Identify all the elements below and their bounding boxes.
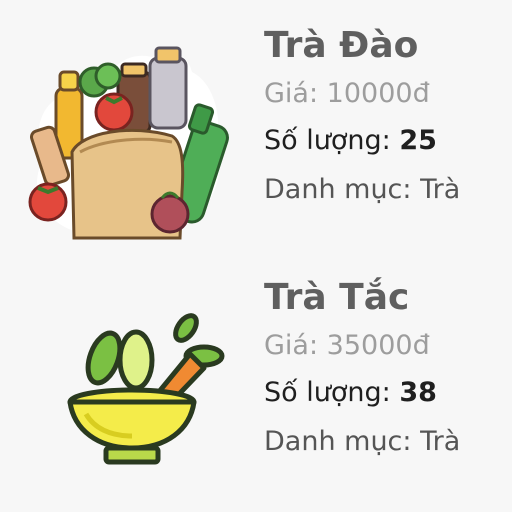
price-label: Giá: [264, 78, 319, 109]
quantity-value: 38 [399, 377, 437, 408]
product-name: Trà Tắc [264, 277, 410, 318]
product-item[interactable]: Trà Tắc Giá: 35000đ Số lượng: 38 Danh mụ… [0, 272, 512, 512]
grocery-bag-icon [22, 42, 234, 242]
quantity-label: Số lượng: [264, 125, 391, 156]
quantity-label: Số lượng: [264, 377, 391, 408]
quantity-value: 25 [399, 125, 437, 156]
category-value: Trà [420, 426, 461, 457]
vegetable-bowl-icon [56, 300, 226, 470]
product-info: Trà Tắc Giá: 35000đ Số lượng: 38 Danh mụ… [264, 272, 510, 456]
product-item[interactable]: Trà Đào Giá: 10000đ Số lượng: 25 Danh mụ… [0, 20, 512, 260]
price-value: 10000đ [326, 78, 430, 109]
price-label: Giá: [264, 330, 319, 361]
product-quantity: Số lượng: 38 [264, 379, 510, 406]
category-label: Danh mục: [264, 426, 412, 457]
product-price: Giá: 10000đ [264, 80, 510, 107]
product-price: Giá: 35000đ [264, 332, 510, 359]
product-name: Trà Đào [264, 25, 419, 66]
product-quantity: Số lượng: 25 [264, 127, 510, 154]
category-label: Danh mục: [264, 174, 412, 205]
product-category: Danh mục: Trà [264, 428, 510, 455]
product-list: Trà Đào Giá: 10000đ Số lượng: 25 Danh mụ… [0, 0, 512, 512]
price-value: 35000đ [326, 330, 430, 361]
product-info: Trà Đào Giá: 10000đ Số lượng: 25 Danh mụ… [264, 20, 510, 204]
product-category: Danh mục: Trà [264, 176, 510, 203]
category-value: Trà [420, 174, 461, 205]
